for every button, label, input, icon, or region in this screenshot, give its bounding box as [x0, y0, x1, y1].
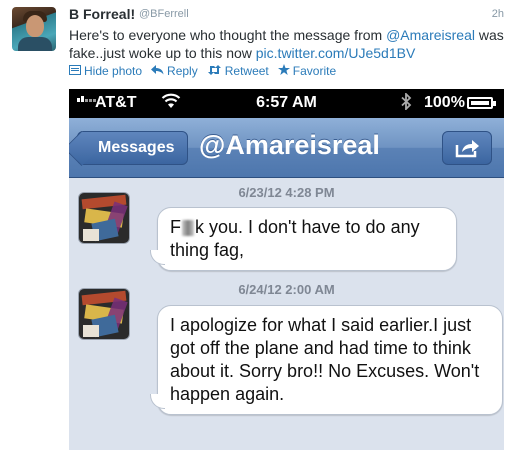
tweet-mention-link[interactable]: @Amareisreal — [386, 27, 475, 43]
star-icon — [277, 64, 290, 78]
message-bubble[interactable]: I apologize for what I said earlier.I ju… — [150, 305, 503, 415]
avatar-face — [26, 15, 44, 37]
battery-icon-tip — [493, 101, 496, 106]
tweet-media-link[interactable]: pic.twitter.com/UJe5d1BV — [256, 45, 416, 61]
censor-blur — [182, 220, 194, 237]
favorite-label: Favorite — [292, 64, 337, 78]
back-button-label: Messages — [98, 139, 175, 156]
hide-photo-label: Hide photo — [84, 64, 143, 78]
ios-status-bar: AT&T 6:57 AM 100% — [69, 89, 504, 118]
sender-avatar — [78, 192, 130, 244]
sender-avatar — [78, 288, 130, 340]
reply-icon — [151, 64, 164, 78]
reply-button[interactable]: Reply — [151, 64, 198, 78]
message-bubble[interactable]: Fk you. I don't have to do any thing fag… — [150, 207, 457, 271]
battery-icon — [467, 97, 493, 109]
battery-percentage: 100% — [424, 94, 465, 111]
tweet-actions: Hide photo Reply Retweet Favorite — [69, 64, 336, 78]
messages-nav-bar: Messages @Amareisreal — [69, 118, 504, 178]
message-text: I apologize for what I said earlier.I ju… — [170, 315, 480, 404]
share-button[interactable] — [442, 131, 492, 165]
tweet-author-name[interactable]: B Forreal! — [69, 6, 135, 22]
tweet-text-part: Here's to everyone who thought the messa… — [69, 27, 387, 43]
tweet-author-avatar[interactable] — [12, 7, 56, 51]
avatar-shirt — [18, 37, 52, 51]
message-text-part: k you. I don't have to do any thing fag, — [170, 217, 420, 260]
photo-icon — [69, 64, 81, 78]
retweet-icon — [207, 64, 222, 78]
message-timestamp: 6/23/12 4:28 PM — [238, 185, 335, 200]
message-timestamp: 6/24/12 2:00 AM — [238, 282, 335, 297]
tweet-text: Here's to everyone who thought the messa… — [69, 26, 504, 62]
retweet-label: Retweet — [224, 64, 269, 78]
hide-photo-button[interactable]: Hide photo — [69, 64, 142, 78]
tweet-timestamp[interactable]: 2h — [492, 8, 504, 20]
messages-back-button[interactable]: Messages — [77, 131, 188, 165]
reply-label: Reply — [167, 64, 198, 78]
conversation-title: @Amareisreal — [199, 130, 380, 160]
favorite-button[interactable]: Favorite — [277, 64, 337, 78]
retweet-button[interactable]: Retweet — [207, 64, 269, 78]
message-text-part: F — [170, 217, 181, 237]
tweet-photo[interactable]: AT&T 6:57 AM 100% Messages @Amareisreal … — [69, 89, 504, 450]
bluetooth-icon — [401, 91, 412, 115]
tweet-author-handle[interactable]: @BFerrell — [139, 8, 189, 20]
